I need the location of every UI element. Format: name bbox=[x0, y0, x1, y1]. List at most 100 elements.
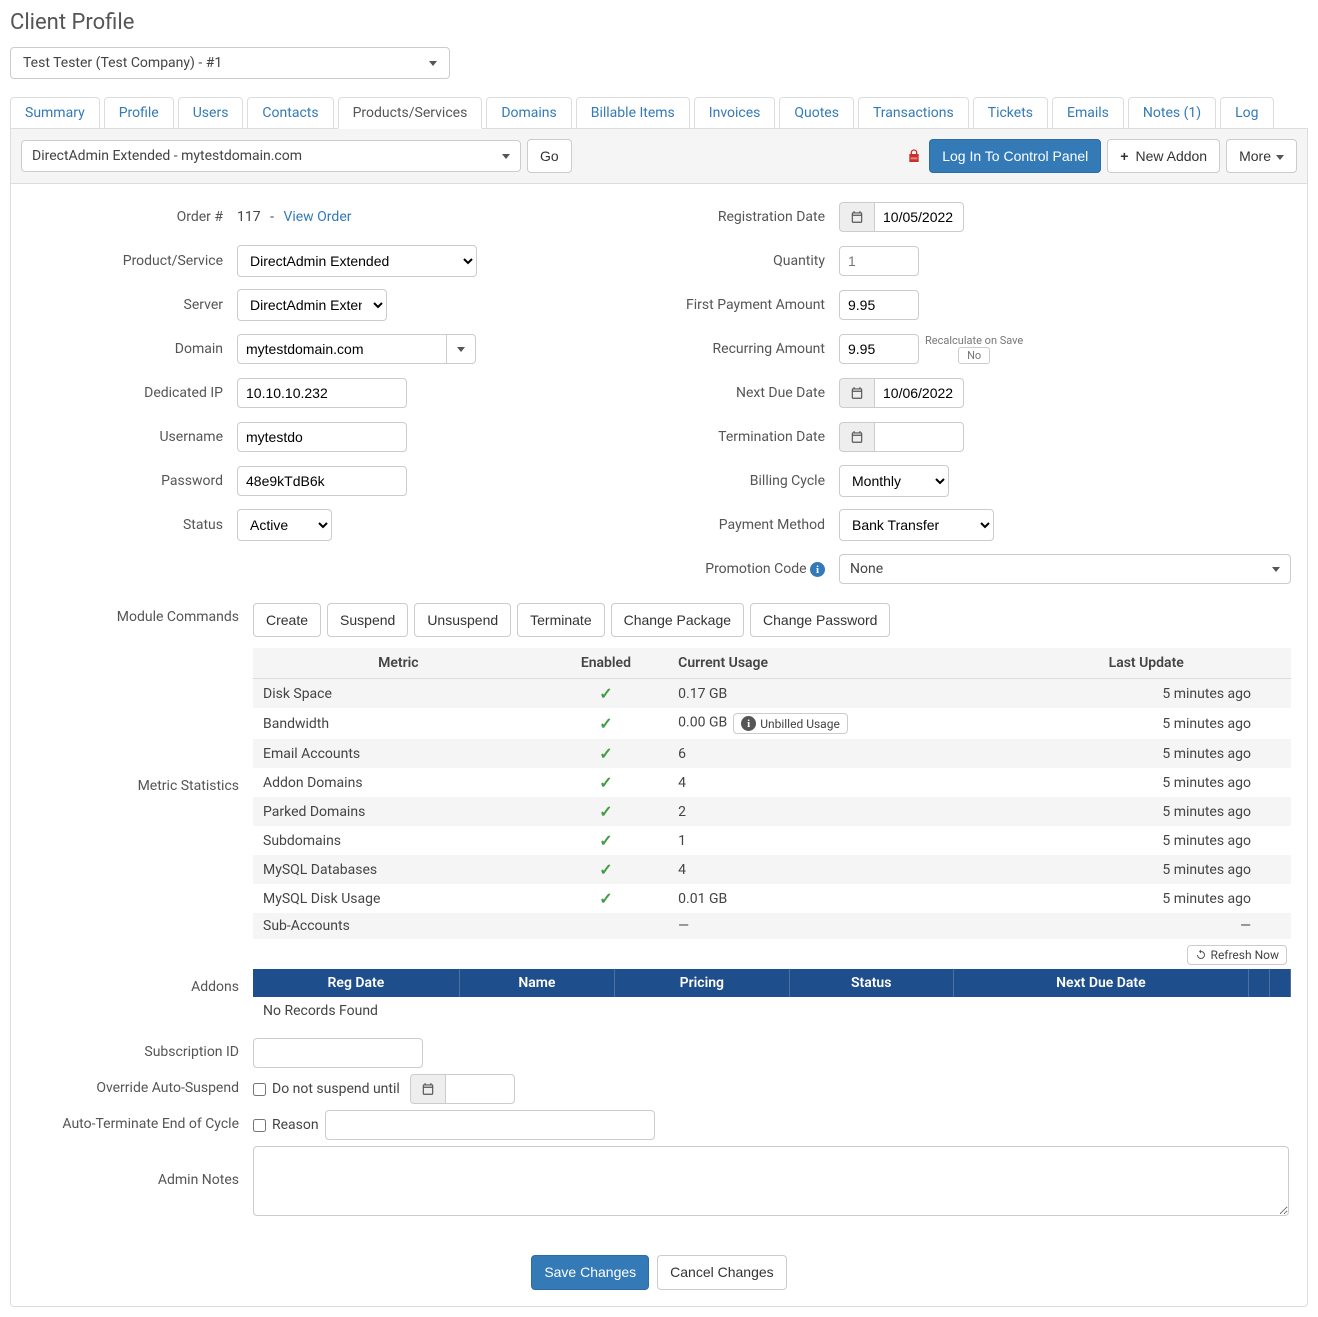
domain-dropdown-button[interactable] bbox=[447, 334, 476, 364]
change-password-button[interactable]: Change Password bbox=[750, 603, 890, 637]
addons-header-status[interactable]: Status bbox=[789, 969, 953, 997]
client-selector[interactable]: Test Tester (Test Company) - #1 bbox=[10, 47, 450, 79]
tab-users[interactable]: Users bbox=[178, 97, 244, 128]
check-icon: ✓ bbox=[599, 860, 612, 879]
termdate-label: Termination Date bbox=[669, 429, 839, 445]
caret-down-icon bbox=[457, 341, 465, 357]
addons-header-pricing[interactable]: Pricing bbox=[615, 969, 790, 997]
calendar-icon[interactable] bbox=[839, 378, 874, 408]
billing-cycle-select[interactable]: Monthly bbox=[839, 465, 949, 497]
metric-stats-label: Metric Statistics bbox=[27, 648, 253, 794]
unbilled-usage-badge[interactable]: iUnbilled Usage bbox=[733, 713, 848, 734]
metric-updated: 5 minutes ago bbox=[1031, 855, 1291, 884]
addons-header-nextdue[interactable]: Next Due Date bbox=[953, 969, 1248, 997]
tab-quotes[interactable]: Quotes bbox=[779, 97, 854, 128]
calendar-icon[interactable] bbox=[410, 1074, 445, 1104]
tab-profile[interactable]: Profile bbox=[104, 97, 174, 128]
suspend-button[interactable]: Suspend bbox=[327, 603, 408, 637]
tab-products-services[interactable]: Products/Services bbox=[338, 97, 483, 129]
metric-updated: 5 minutes ago bbox=[1031, 768, 1291, 797]
subscription-id-input[interactable] bbox=[253, 1038, 423, 1068]
admin-notes-textarea[interactable] bbox=[253, 1146, 1289, 1216]
check-icon: ✓ bbox=[599, 831, 612, 850]
recalc-label: Recalculate on Save bbox=[925, 334, 1023, 347]
check-icon: ✓ bbox=[599, 684, 612, 703]
new-addon-button[interactable]: New Addon bbox=[1107, 139, 1220, 173]
payment-label: Payment Method bbox=[669, 517, 839, 533]
cancel-changes-button[interactable]: Cancel Changes bbox=[657, 1255, 787, 1289]
status-select[interactable]: Active bbox=[237, 509, 332, 541]
dedicated-ip-input[interactable] bbox=[237, 378, 407, 408]
tab-notes[interactable]: Notes (1) bbox=[1128, 97, 1216, 128]
check-icon: ✓ bbox=[599, 714, 612, 733]
refresh-now-button[interactable]: Refresh Now bbox=[1187, 945, 1287, 965]
addons-header-name[interactable]: Name bbox=[459, 969, 614, 997]
save-changes-button[interactable]: Save Changes bbox=[531, 1255, 649, 1289]
promotion-code-select[interactable]: None bbox=[839, 554, 1291, 584]
auto-terminate-checkbox[interactable] bbox=[253, 1119, 266, 1132]
view-order-link[interactable]: View Order bbox=[283, 209, 351, 225]
promo-value: None bbox=[850, 561, 883, 577]
tab-billable[interactable]: Billable Items bbox=[576, 97, 690, 128]
recurring-amount-input[interactable] bbox=[839, 334, 919, 364]
nextdue-label: Next Due Date bbox=[669, 385, 839, 401]
tab-log[interactable]: Log bbox=[1220, 97, 1273, 128]
metric-name: MySQL Disk Usage bbox=[253, 884, 544, 913]
addons-header-action2[interactable] bbox=[1270, 969, 1291, 997]
addons-table: Reg Date Name Pricing Status Next Due Da… bbox=[253, 969, 1291, 1025]
go-button[interactable]: Go bbox=[527, 139, 572, 173]
tab-summary[interactable]: Summary bbox=[10, 97, 100, 128]
create-button[interactable]: Create bbox=[253, 603, 321, 637]
metrics-row: Parked Domains✓25 minutes ago bbox=[253, 797, 1291, 826]
product-select[interactable]: DirectAdmin Extended - mytestdomain.com bbox=[21, 140, 521, 172]
metric-updated: — bbox=[1031, 913, 1291, 939]
tab-emails[interactable]: Emails bbox=[1052, 97, 1124, 128]
admin-notes-label: Admin Notes bbox=[27, 1146, 253, 1188]
tab-domains[interactable]: Domains bbox=[486, 97, 571, 128]
change-package-button[interactable]: Change Package bbox=[611, 603, 744, 637]
more-label: More bbox=[1239, 147, 1271, 165]
calendar-icon[interactable] bbox=[839, 422, 874, 452]
termination-date-input[interactable] bbox=[874, 422, 964, 452]
check-icon: ✓ bbox=[599, 744, 612, 763]
first-payment-input[interactable] bbox=[839, 290, 919, 320]
metric-enabled: ✓ bbox=[544, 768, 669, 797]
info-icon[interactable]: i bbox=[810, 562, 825, 577]
override-suspend-date-input[interactable] bbox=[445, 1074, 515, 1104]
metrics-row: Sub-Accounts—— bbox=[253, 913, 1291, 939]
metric-updated: 5 minutes ago bbox=[1031, 708, 1291, 739]
reg-date-input[interactable] bbox=[874, 202, 964, 232]
product-service-select[interactable]: DirectAdmin Extended bbox=[237, 245, 477, 277]
billing-label: Billing Cycle bbox=[669, 473, 839, 489]
more-button[interactable]: More bbox=[1226, 139, 1297, 173]
tab-transactions[interactable]: Transactions bbox=[858, 97, 969, 128]
addons-header-regdate[interactable]: Reg Date bbox=[253, 969, 459, 997]
tab-contacts[interactable]: Contacts bbox=[247, 97, 333, 128]
next-due-input[interactable] bbox=[874, 378, 964, 408]
payment-method-select[interactable]: Bank Transfer bbox=[839, 509, 994, 541]
username-input[interactable] bbox=[237, 422, 407, 452]
products-panel: DirectAdmin Extended - mytestdomain.com … bbox=[10, 129, 1308, 1307]
password-input[interactable] bbox=[237, 466, 407, 496]
addons-header-action1[interactable] bbox=[1249, 969, 1270, 997]
tab-tickets[interactable]: Tickets bbox=[973, 97, 1048, 128]
terminate-button[interactable]: Terminate bbox=[517, 603, 604, 637]
metrics-table: Metric Enabled Current Usage Last Update… bbox=[253, 648, 1291, 939]
auto-terminate-reason-input[interactable] bbox=[325, 1110, 655, 1140]
override-suspend-label: Override Auto-Suspend bbox=[27, 1074, 253, 1096]
server-select[interactable]: DirectAdmin Extended bbox=[237, 289, 387, 321]
domain-input[interactable] bbox=[237, 334, 447, 364]
recalc-toggle[interactable]: No bbox=[958, 347, 990, 364]
product-label: Product/Service bbox=[27, 253, 237, 269]
login-control-panel-button[interactable]: Log In To Control Panel bbox=[929, 139, 1101, 173]
metric-updated: 5 minutes ago bbox=[1031, 797, 1291, 826]
unsuspend-button[interactable]: Unsuspend bbox=[414, 603, 511, 637]
tab-invoices[interactable]: Invoices bbox=[694, 97, 776, 128]
metrics-row: Email Accounts✓65 minutes ago bbox=[253, 739, 1291, 768]
metric-usage: 0.17 GB bbox=[668, 679, 1031, 709]
metric-name: MySQL Databases bbox=[253, 855, 544, 884]
override-suspend-checkbox[interactable] bbox=[253, 1083, 266, 1096]
calendar-icon[interactable] bbox=[839, 202, 874, 232]
metrics-row: Disk Space✓0.17 GB5 minutes ago bbox=[253, 679, 1291, 709]
product-select-value: DirectAdmin Extended - mytestdomain.com bbox=[32, 148, 302, 164]
